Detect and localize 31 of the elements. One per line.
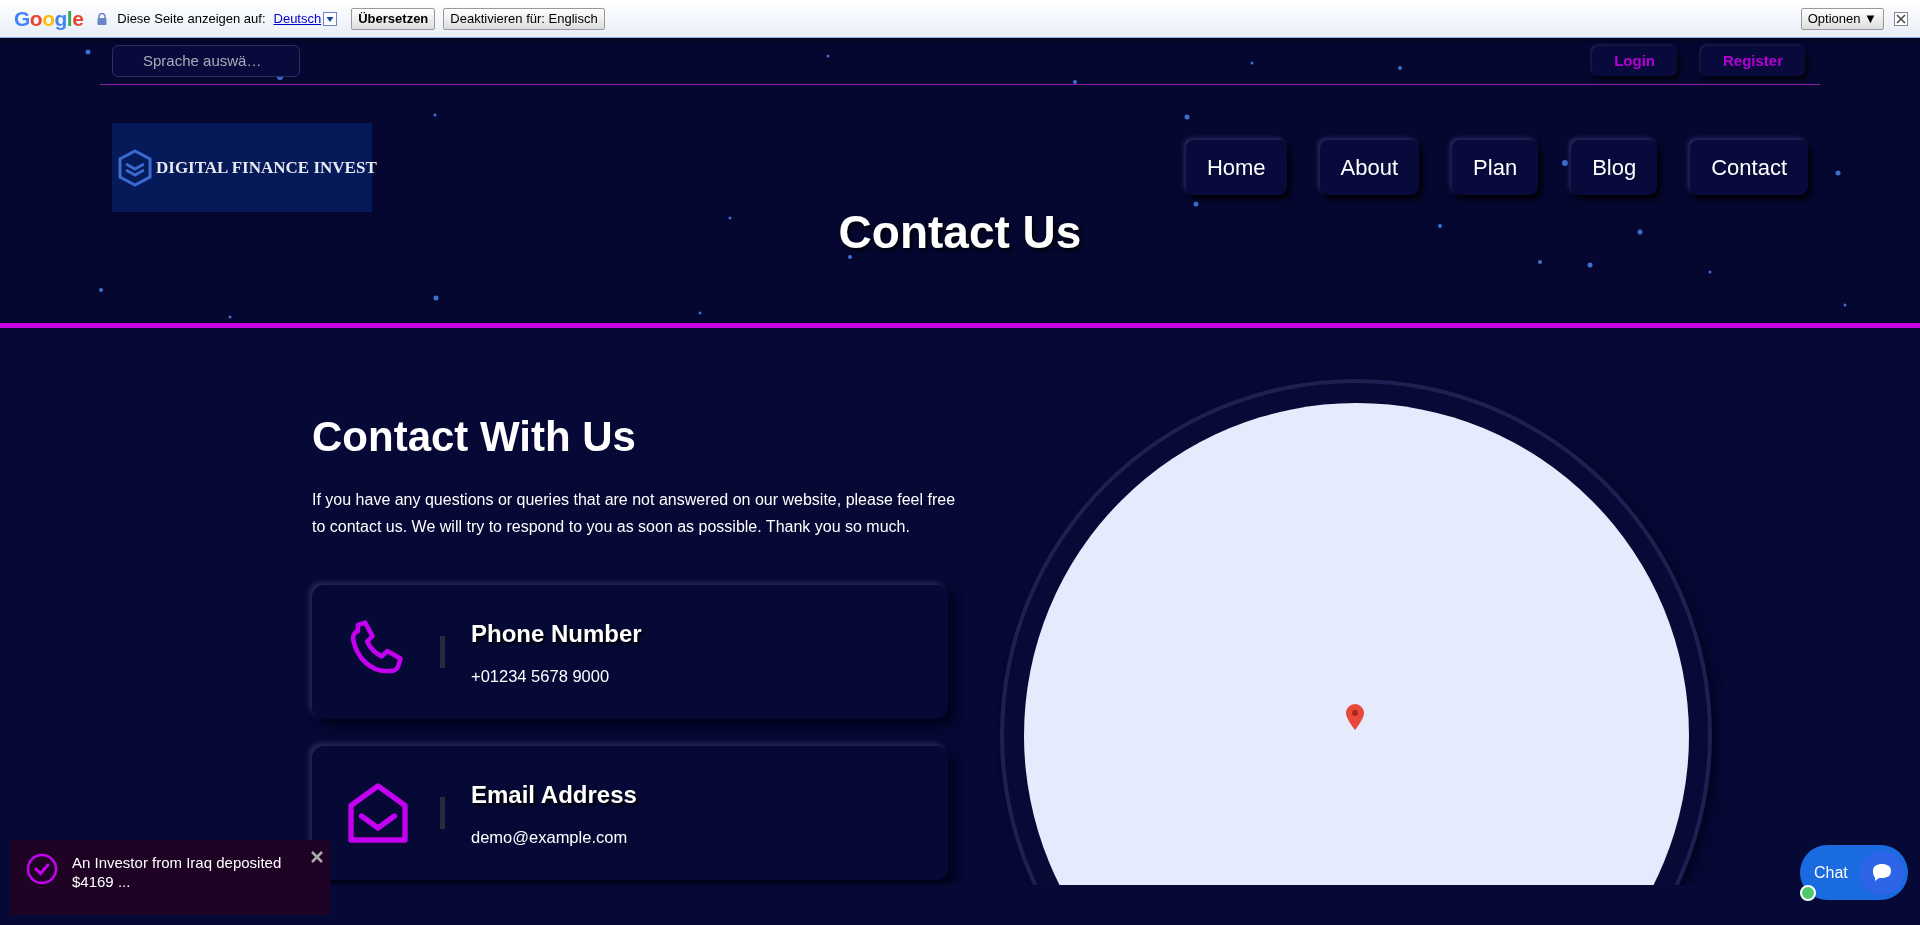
options-button[interactable]: Optionen ▼: [1800, 7, 1884, 30]
check-circle-icon: [26, 853, 58, 885]
prompt-text: Diese Seite anzeigen auf:: [117, 9, 266, 28]
logo-text: DIGITAL FINANCE INVEST: [156, 156, 377, 179]
lock-icon: [97, 12, 108, 25]
language-select[interactable]: Sprache auswä…: [112, 45, 300, 77]
register-button[interactable]: Register: [1700, 45, 1805, 77]
dropdown-icon[interactable]: [323, 11, 338, 26]
chat-bubble-icon: [1859, 850, 1904, 895]
disable-button[interactable]: Deaktivieren für: Englisch: [443, 7, 605, 30]
google-logo: Google: [14, 8, 84, 29]
nav-link[interactable]: Home: [1185, 140, 1287, 195]
card-title: Email Address: [471, 779, 637, 810]
chat-button[interactable]: Chat: [1800, 845, 1908, 900]
translate-button[interactable]: Übersetzen: [351, 7, 436, 30]
intro-text: If you have any questions or queries that are not answered on our website, please feel free to contact us. We will try to respond to you as soon as possible. Thank you so much.: [312, 490, 957, 537]
page-title: Contact Us: [837, 205, 1083, 260]
card-title: Phone Number: [471, 618, 642, 649]
email-address: demo@example.com: [471, 826, 629, 848]
map-pin-icon[interactable]: [1345, 703, 1365, 731]
nav-link[interactable]: Contact: [1690, 140, 1808, 195]
language-link[interactable]: Deutsch: [273, 8, 322, 29]
nav-link[interactable]: About: [1319, 140, 1420, 195]
close-icon[interactable]: [1894, 11, 1908, 26]
login-button[interactable]: Login: [1592, 45, 1677, 77]
cube-icon: [118, 148, 152, 187]
phone-number: +01234 5678 9000: [471, 665, 611, 687]
nav-link[interactable]: Blog: [1571, 140, 1658, 195]
notification-text: An Investor from Iraq deposited $4169 ...: [72, 853, 283, 891]
section-heading: Contact With Us: [312, 412, 637, 462]
nav-link[interactable]: Plan: [1452, 140, 1539, 195]
